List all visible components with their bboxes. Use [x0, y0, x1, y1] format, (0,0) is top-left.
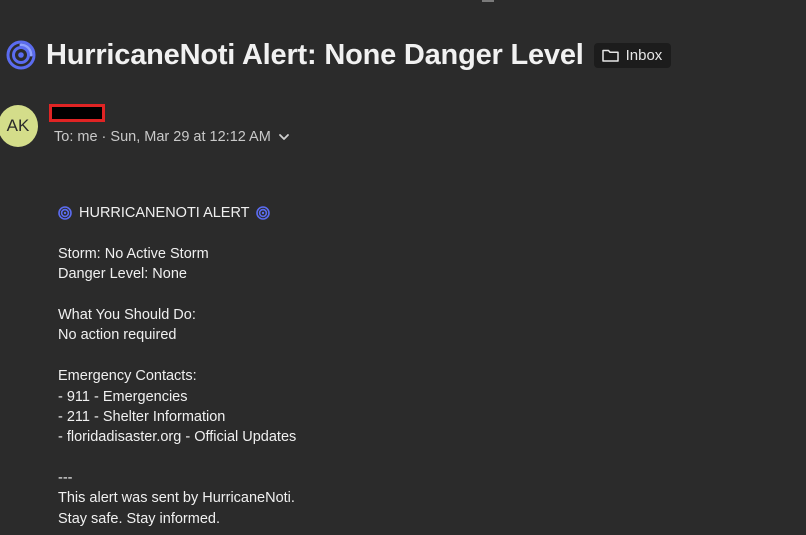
email-body: HURRICANENOTI ALERT Storm: No Active Sto… — [58, 203, 296, 529]
divider-text: --- — [58, 470, 73, 487]
avatar[interactable]: AK — [0, 105, 38, 147]
alert-title: HURRICANENOTI ALERT — [79, 205, 250, 221]
sender-name-redacted — [49, 104, 105, 122]
danger-level-line: Danger Level: None — [58, 266, 187, 283]
contact-item: - 211 - Shelter Information — [58, 408, 226, 425]
cyclone-icon — [6, 40, 36, 70]
email-header: HurricaneNoti Alert: None Danger Level I… — [6, 36, 672, 74]
contacts-heading: Emergency Contacts: — [58, 368, 197, 385]
email-subject: HurricaneNoti Alert: None Danger Level — [46, 38, 584, 71]
storm-line: Storm: No Active Storm — [58, 245, 209, 262]
email-view: HurricaneNoti Alert: None Danger Level I… — [0, 0, 806, 535]
contact-item: - 911 - Emergencies — [58, 388, 188, 405]
alert-heading: HURRICANENOTI ALERT — [58, 203, 296, 223]
cyclone-icon — [58, 206, 72, 220]
folder-icon — [601, 49, 619, 62]
inbox-label-chip[interactable]: Inbox — [593, 42, 672, 68]
footer-sent-by: This alert was sent by HurricaneNoti. — [58, 490, 295, 507]
footer-tagline: Stay safe. Stay informed. — [58, 510, 220, 527]
inbox-label-text: Inbox — [625, 46, 663, 64]
what-to-do-heading: What You Should Do: — [58, 306, 196, 323]
recipient-details[interactable]: To: me · Sun, Mar 29 at 12:12 AM — [54, 129, 291, 145]
recipient-line: To: me · Sun, Mar 29 at 12:12 AM — [54, 129, 271, 145]
cyclone-icon — [255, 206, 270, 220]
contact-item: - floridadisaster.org - Official Updates — [58, 429, 297, 446]
what-to-do-text: No action required — [58, 327, 177, 344]
toolbar-edge-mark — [482, 0, 494, 2]
chevron-down-icon[interactable] — [277, 130, 291, 144]
